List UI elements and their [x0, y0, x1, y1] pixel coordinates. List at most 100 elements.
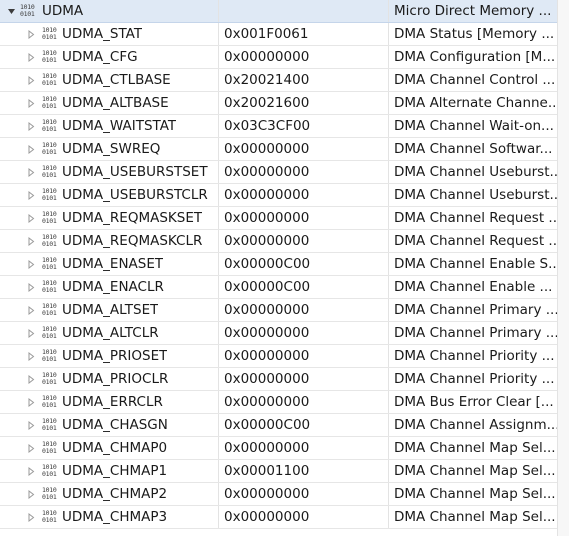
register-row[interactable]: 1010 0101 UDMA_CHMAP3 0x00000000 DMA Channel… [0, 506, 569, 529]
register-value[interactable]: 0x20021600 [219, 92, 388, 114]
register-row[interactable]: 1010 0101 UDMA_WAITSTAT 0x03C3CF00 DMA Chann… [0, 115, 569, 138]
register-value[interactable]: 0x00000000 [219, 138, 388, 160]
column-divider [388, 299, 389, 321]
register-description: DMA Channel Wait-on... [394, 118, 554, 134]
chevron-down-icon[interactable] [6, 0, 16, 22]
column-divider [218, 322, 219, 344]
chevron-right-icon[interactable] [26, 23, 36, 45]
chevron-right-icon[interactable] [26, 345, 36, 367]
column-divider [388, 115, 389, 137]
register-value[interactable]: 0x00000000 [219, 391, 388, 413]
register-row[interactable]: 1010 0101 UDMA_REQMASKSET 0x00000000 DMA Cha… [0, 207, 569, 230]
register-value[interactable]: 0x00000000 [219, 299, 388, 321]
register-value[interactable]: 0x00000C00 [219, 276, 388, 298]
register-row[interactable]: 1010 0101 UDMA_ENACLR 0x00000C00 DMA Channel… [0, 276, 569, 299]
chevron-right-icon[interactable] [26, 161, 36, 183]
chevron-right-icon[interactable] [26, 207, 36, 229]
register-value[interactable]: 0x00000000 [219, 506, 388, 528]
register-row[interactable]: 1010 0101 UDMA_CFG 0x00000000 DMA Configurat… [0, 46, 569, 69]
register-value[interactable]: 0x00000C00 [219, 253, 388, 275]
chevron-right-icon[interactable] [26, 483, 36, 505]
register-value[interactable]: 0x00000000 [219, 437, 388, 459]
register-value[interactable]: 0x00000000 [219, 345, 388, 367]
register-value[interactable]: 0x00000C00 [219, 414, 388, 436]
chevron-right-icon[interactable] [26, 391, 36, 413]
register-name: UDMA_CHASGN [62, 417, 168, 433]
register-value[interactable]: 0x001F0061 [219, 23, 388, 45]
register-name: UDMA_CHMAP0 [62, 440, 168, 456]
register-bits-icon: 1010 0101 [42, 233, 57, 248]
column-divider [388, 345, 389, 367]
chevron-right-icon[interactable] [26, 253, 36, 275]
register-bits-icon: 1010 0101 [42, 141, 57, 156]
register-bits-icon: 1010 0101 [42, 187, 57, 202]
register-name: UDMA_ERRCLR [62, 394, 163, 410]
chevron-right-icon[interactable] [26, 322, 36, 344]
column-divider [388, 23, 389, 45]
register-value[interactable]: 0x00000000 [219, 184, 388, 206]
register-bits-icon: 1010 0101 [42, 394, 57, 409]
register-row[interactable]: 1010 0101 UDMA_ERRCLR 0x00000000 DMA Bus Err… [0, 391, 569, 414]
register-row[interactable]: 1010 0101 UDMA_CHMAP0 0x00000000 DMA Channel… [0, 437, 569, 460]
register-row[interactable]: 1010 0101 UDMA_CHASGN 0x00000C00 DMA Channel… [0, 414, 569, 437]
register-value[interactable]: 0x00000000 [219, 46, 388, 68]
register-row[interactable]: 1010 0101 UDMA_PRIOSET 0x00000000 DMA Channe… [0, 345, 569, 368]
chevron-right-icon[interactable] [26, 437, 36, 459]
chevron-right-icon[interactable] [26, 46, 36, 68]
chevron-right-icon[interactable] [26, 276, 36, 298]
chevron-right-icon[interactable] [26, 506, 36, 528]
chevron-right-icon[interactable] [26, 460, 36, 482]
register-value[interactable]: 0x00000000 [219, 230, 388, 252]
chevron-right-icon[interactable] [26, 230, 36, 252]
register-description: DMA Channel Request ... [394, 210, 557, 226]
chevron-right-icon[interactable] [26, 92, 36, 114]
register-value[interactable]: 0x00000000 [219, 483, 388, 505]
register-value[interactable]: 0x00000000 [219, 322, 388, 344]
register-tree[interactable]: 1010 0101 UDMA Micro Direct Memory ... 10… [0, 0, 569, 536]
register-value[interactable]: 0x00001100 [219, 460, 388, 482]
register-row[interactable]: 1010 0101 UDMA_CTLBASE 0x20021400 DMA Channe… [0, 69, 569, 92]
register-name: UDMA_CHMAP3 [62, 509, 168, 525]
register-bits-icon: 1010 0101 [42, 95, 57, 110]
register-value[interactable]: 0x00000000 [219, 207, 388, 229]
column-divider [218, 299, 219, 321]
register-name: UDMA_USEBURSTCLR [62, 187, 208, 203]
vertical-scrollbar[interactable] [558, 0, 569, 536]
register-bits-icon: 1010 0101 [42, 72, 57, 87]
register-row[interactable]: 1010 0101 UDMA_SWREQ 0x00000000 DMA Channel … [0, 138, 569, 161]
group-row-udma[interactable]: 1010 0101 UDMA Micro Direct Memory ... [0, 0, 569, 23]
register-name: UDMA_PRIOSET [62, 348, 168, 364]
register-row[interactable]: 1010 0101 UDMA_PRIOCLR 0x00000000 DMA Channe… [0, 368, 569, 391]
register-name: UDMA_ENASET [62, 256, 164, 272]
column-divider [388, 276, 389, 298]
register-row[interactable]: 1010 0101 UDMA_REQMASKCLR 0x00000000 DMA Cha… [0, 230, 569, 253]
register-row[interactable]: 1010 0101 UDMA_ENASET 0x00000C00 DMA Channel… [0, 253, 569, 276]
register-row[interactable]: 1010 0101 UDMA_CHMAP2 0x00000000 DMA Channel… [0, 483, 569, 506]
column-divider [388, 368, 389, 390]
column-divider [557, 0, 558, 536]
chevron-right-icon[interactable] [26, 368, 36, 390]
register-description: DMA Channel Assignm... [394, 417, 557, 433]
chevron-right-icon[interactable] [26, 115, 36, 137]
column-divider [388, 460, 389, 482]
register-row[interactable]: 1010 0101 UDMA_ALTSET 0x00000000 DMA Channel… [0, 299, 569, 322]
chevron-right-icon[interactable] [26, 414, 36, 436]
chevron-right-icon[interactable] [26, 299, 36, 321]
register-value[interactable]: 0x03C3CF00 [219, 115, 388, 137]
register-value[interactable]: 0x00000000 [219, 161, 388, 183]
register-row[interactable]: 1010 0101 UDMA_ALTCLR 0x00000000 DMA Channel… [0, 322, 569, 345]
register-name: UDMA_REQMASKCLR [62, 233, 203, 249]
chevron-right-icon[interactable] [26, 138, 36, 160]
group-description: Micro Direct Memory ... [394, 3, 552, 19]
register-bits-icon: 1010 0101 [42, 302, 57, 317]
register-value[interactable]: 0x00000000 [219, 368, 388, 390]
register-row[interactable]: 1010 0101 UDMA_USEBURSTSET 0x00000000 DMA Ch… [0, 161, 569, 184]
register-row[interactable]: 1010 0101 UDMA_ALTBASE 0x20021600 DMA Altern… [0, 92, 569, 115]
chevron-right-icon[interactable] [26, 184, 36, 206]
register-value[interactable]: 0x20021400 [219, 69, 388, 91]
register-row[interactable]: 1010 0101 UDMA_USEBURSTCLR 0x00000000 DMA Ch… [0, 184, 569, 207]
register-row[interactable]: 1010 0101 UDMA_STAT 0x001F0061 DMA Status [M… [0, 23, 569, 46]
register-row[interactable]: 1010 0101 UDMA_CHMAP1 0x00001100 DMA Channel… [0, 460, 569, 483]
chevron-right-icon[interactable] [26, 69, 36, 91]
register-description: DMA Configuration [M... [394, 49, 556, 65]
